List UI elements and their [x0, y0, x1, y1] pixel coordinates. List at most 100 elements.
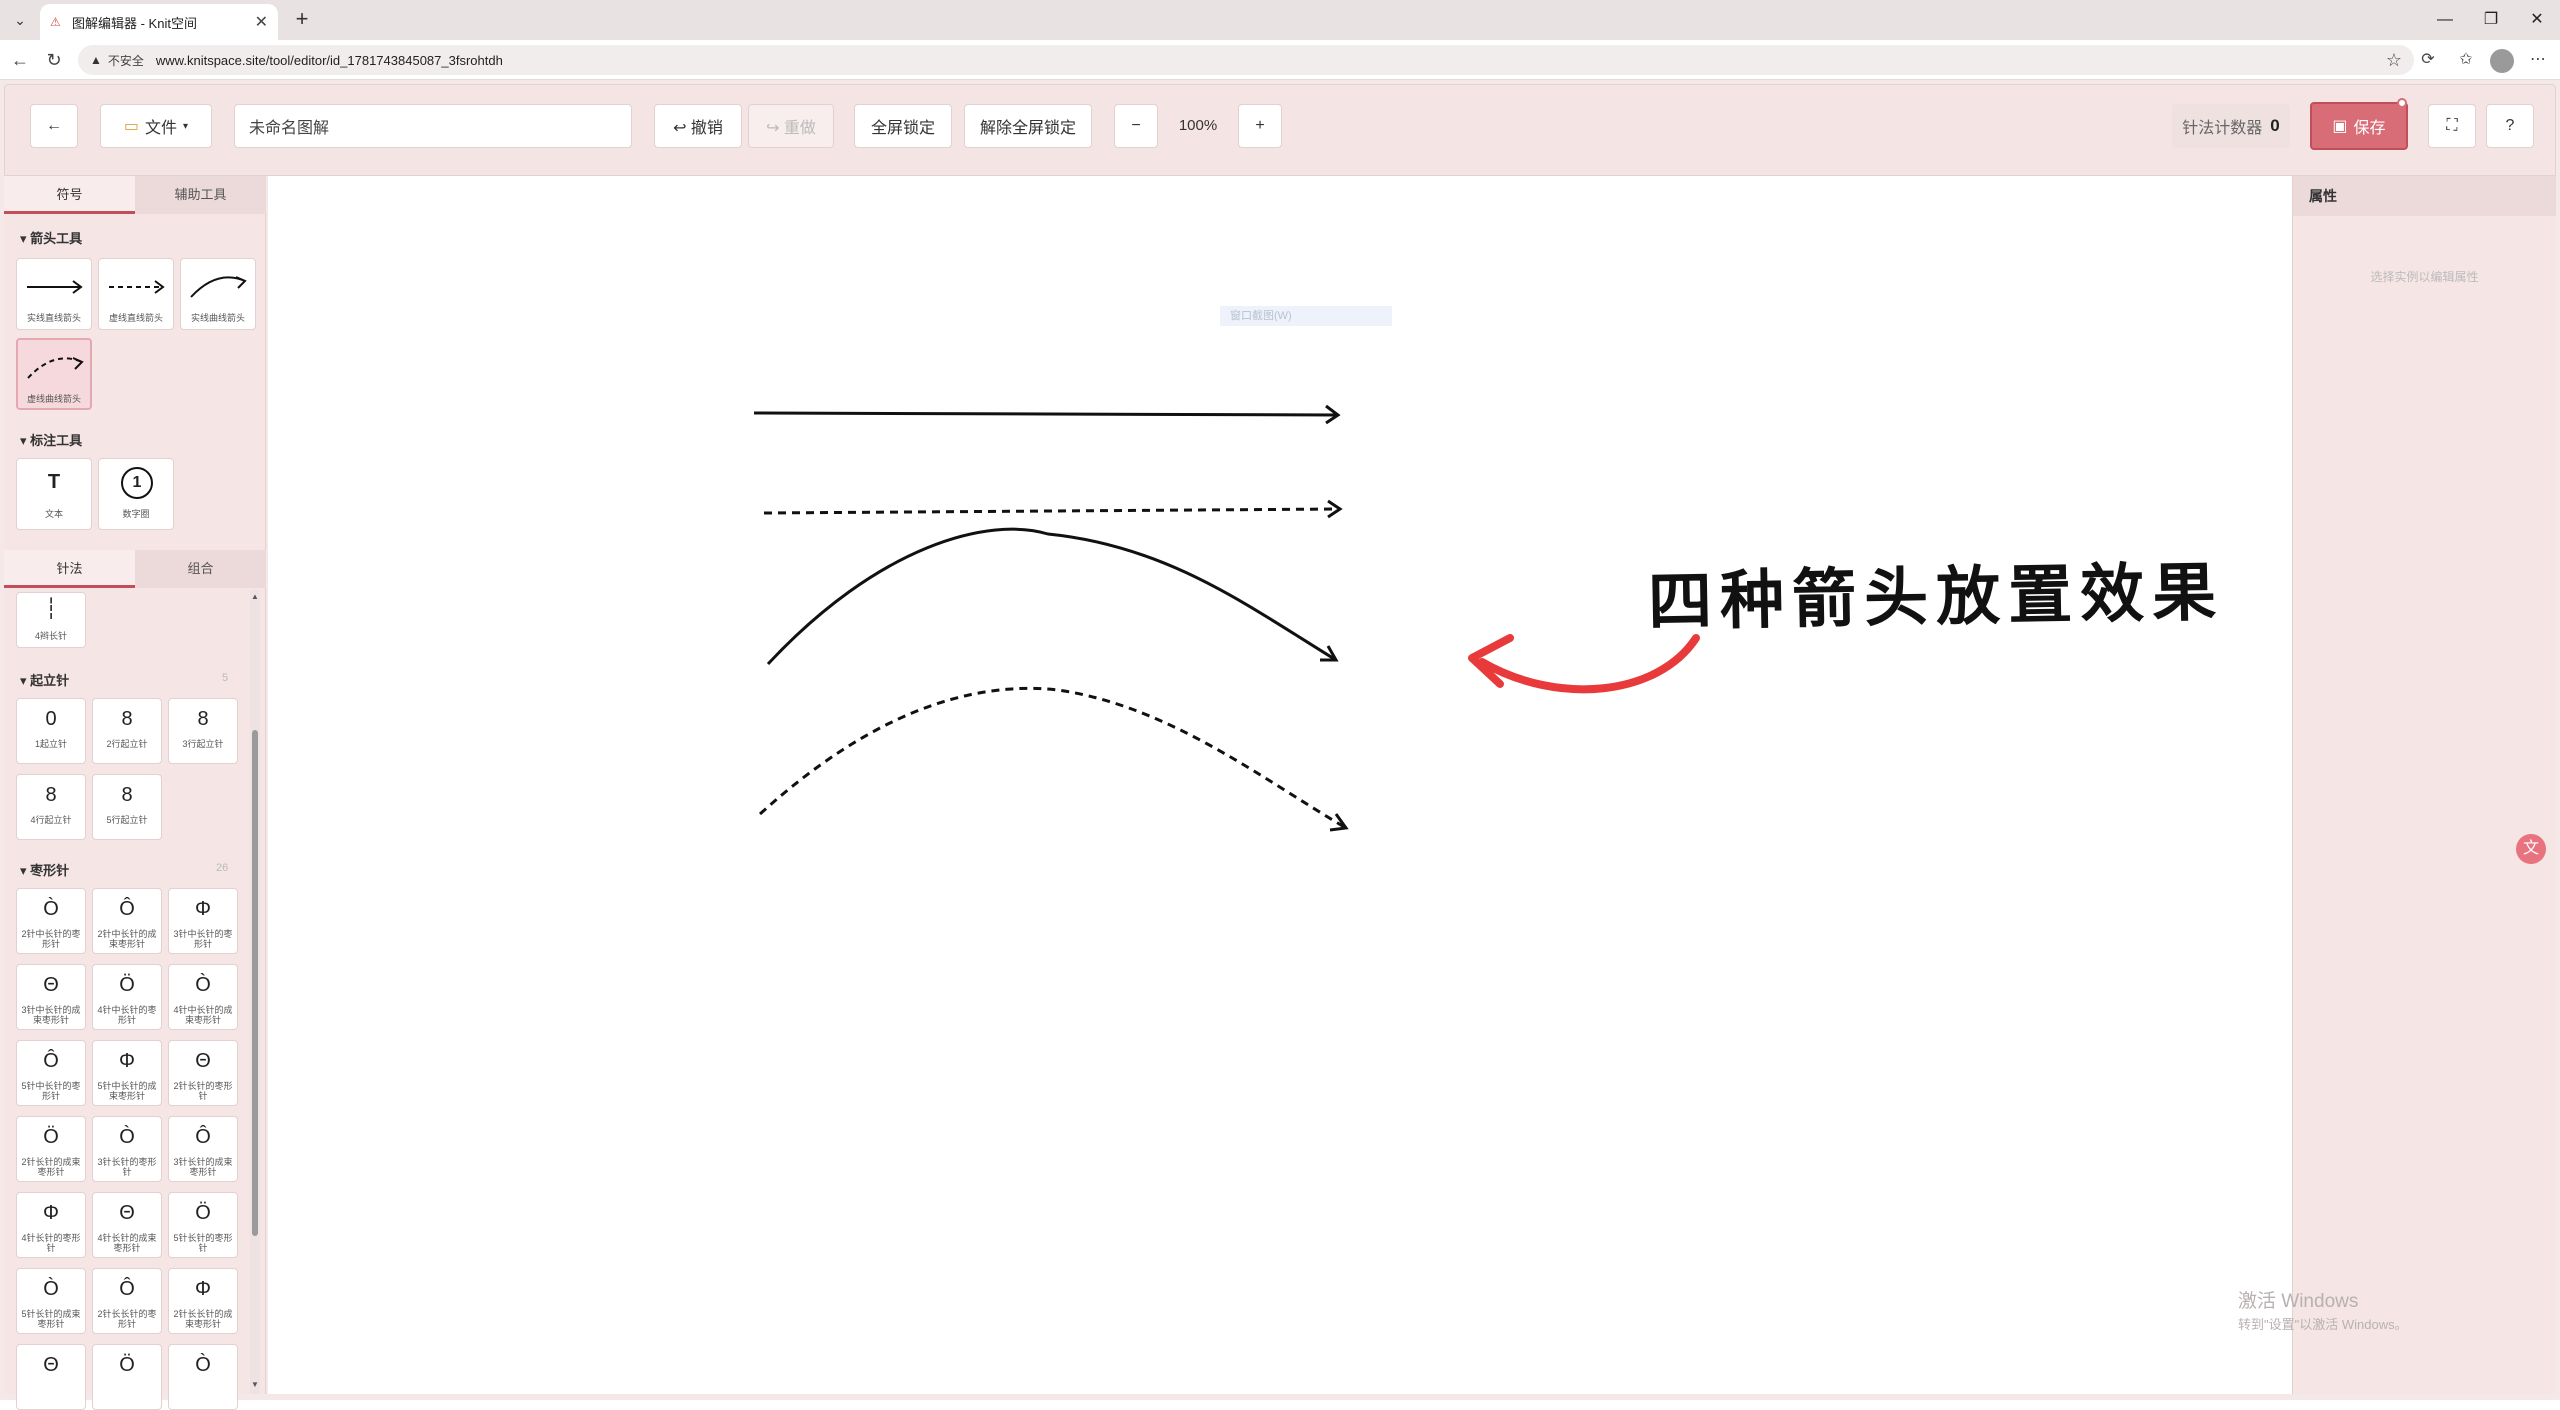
undo-button[interactable]: ↩ 撤销: [654, 104, 742, 148]
cluster-stitch-item[interactable]: Φ 3针中长针的枣形针: [168, 888, 238, 954]
chain-stitch-item[interactable]: 8 3行起立针: [168, 698, 238, 764]
arrow-tools-heading[interactable]: ▾ 箭头工具: [20, 228, 82, 247]
stitch-glyph-icon: Ô: [195, 1126, 211, 1148]
cluster-section-count: 26: [216, 862, 229, 874]
properties-panel: 属性 选择实例以编辑属性: [2292, 176, 2556, 1394]
favorites-icon[interactable]: ✩: [2452, 46, 2480, 74]
browser-tab[interactable]: ⚠ 图解编辑器 - Knit空间 ✕: [40, 4, 278, 40]
zoom-in-button[interactable]: +: [1238, 104, 1282, 148]
new-tab-button[interactable]: +: [288, 6, 316, 34]
tab-stitches[interactable]: 针法: [4, 550, 135, 588]
cluster-stitch-item[interactable]: Ô 2针中长针的成束枣形针: [92, 888, 162, 954]
tool-label: 数字圈: [122, 509, 150, 519]
stitch-label: 5针中长针的枣形针: [21, 1081, 81, 1101]
profile-avatar[interactable]: [2490, 49, 2514, 73]
cluster-stitch-item[interactable]: Ò 3针长针的枣形针: [92, 1116, 162, 1182]
cluster-stitch-item[interactable]: Ò 5针长针的成束枣形针: [16, 1268, 86, 1334]
stitch-label: 3针长针的成束枣形针: [173, 1157, 233, 1177]
solid-curved-arrow-tool[interactable]: 实线曲线箭头: [180, 258, 256, 330]
solid-straight-arrow-tool[interactable]: 实线直线箭头: [16, 258, 92, 330]
cluster-section-heading[interactable]: ▾ 枣形针: [20, 860, 69, 879]
cluster-stitch-item[interactable]: Ò: [168, 1344, 238, 1410]
fullscreen-button[interactable]: ⛶: [2428, 104, 2476, 148]
browser-tab-bar: ⌄ ⚠ 图解编辑器 - Knit空间 ✕ + — ❐ ✕: [0, 0, 2560, 40]
cluster-stitch-item[interactable]: Ò 2针中长针的枣形针: [16, 888, 86, 954]
chain-stitch-item[interactable]: 8 4行起立针: [16, 774, 86, 840]
stitch-scroll-thumb[interactable]: [252, 730, 258, 1236]
restore-button[interactable]: ❐: [2468, 4, 2514, 36]
cluster-stitch-item[interactable]: Ô 2针长长针的枣形针: [92, 1268, 162, 1334]
cluster-stitch-item[interactable]: Φ 2针长长针的成束枣形针: [168, 1268, 238, 1334]
tab-close-icon[interactable]: ✕: [255, 12, 268, 32]
tool-label: 虚线曲线箭头: [26, 394, 81, 404]
bookmark-star-icon[interactable]: ☆: [2386, 50, 2402, 71]
save-button[interactable]: ▣ 保存: [2310, 102, 2408, 150]
cluster-section-title: 枣形针: [30, 863, 70, 878]
zoom-out-button[interactable]: −: [1114, 104, 1158, 148]
cluster-stitch-item[interactable]: Ö 2针长针的成束枣形针: [16, 1116, 86, 1182]
cluster-stitch-item[interactable]: Ò 4针中长针的成束枣形针: [168, 964, 238, 1030]
cluster-stitch-item[interactable]: Ö: [92, 1344, 162, 1410]
back-icon[interactable]: ←: [6, 46, 34, 74]
tab-symbols[interactable]: 符号: [4, 176, 135, 214]
scroll-down-icon[interactable]: ▼: [250, 1380, 260, 1389]
menu-icon[interactable]: ⋯: [2524, 46, 2552, 74]
cluster-stitch-item[interactable]: Θ 4针长针的成束枣形针: [92, 1192, 162, 1258]
url-text[interactable]: www.knitspace.site/tool/editor/id_178174…: [156, 53, 503, 68]
redo-button[interactable]: ↪ 重做: [748, 104, 834, 148]
dashed-straight-arrow[interactable]: [763, 499, 1343, 519]
dashed-curved-arrow-tool[interactable]: 虚线曲线箭头: [16, 338, 92, 410]
stitch-label: 2针长针的成束枣形针: [21, 1157, 81, 1177]
stitch-glyph-icon: 8: [121, 708, 133, 730]
diagram-title-input[interactable]: 未命名图解: [234, 104, 632, 148]
cluster-stitch-item[interactable]: Φ 4针长针的枣形针: [16, 1192, 86, 1258]
tab-list-button[interactable]: ⌄: [6, 6, 34, 34]
chevron-down-icon: ▾: [183, 120, 189, 132]
cluster-stitch-item[interactable]: Θ 2针长针的枣形针: [168, 1040, 238, 1106]
cluster-stitch-item[interactable]: Ô 3针长针的成束枣形针: [168, 1116, 238, 1182]
minimize-button[interactable]: —: [2422, 4, 2468, 36]
stitch-label: 4行起立针: [30, 815, 72, 825]
cluster-stitch-item[interactable]: Ö 4针中长针的枣形针: [92, 964, 162, 1030]
dashed-straight-arrow-tool[interactable]: 虚线直线箭头: [98, 258, 174, 330]
tab-aux-tools[interactable]: 辅助工具: [135, 176, 266, 214]
stitch-counter[interactable]: 针法计数器 0: [2172, 104, 2290, 148]
help-button[interactable]: ?: [2486, 104, 2534, 148]
window-close-button[interactable]: ✕: [2514, 4, 2560, 36]
number-circle-tool[interactable]: 1 数字圈: [98, 458, 174, 530]
annotation-tools-heading[interactable]: ▾ 标注工具: [20, 430, 82, 449]
stitch-glyph-icon: Ò: [43, 1278, 59, 1300]
back-button[interactable]: ←: [30, 104, 78, 148]
scroll-up-icon[interactable]: ▲: [250, 592, 260, 601]
diagram-canvas[interactable]: 窗口截图(W) 四种箭头放置效果: [268, 176, 2292, 1394]
solid-curved-arrow[interactable]: [766, 527, 1339, 666]
dashed-straight-arrow-icon: [109, 280, 165, 294]
chain-stitch-item[interactable]: 8 5行起立针: [92, 774, 162, 840]
cluster-stitch-item[interactable]: Θ 3针中长针的成束枣形针: [16, 964, 86, 1030]
stitch-label: 5针长针的成束枣形针: [21, 1309, 81, 1329]
stitch-glyph-icon: 8: [197, 708, 209, 730]
lock-all-button[interactable]: 全屏锁定: [854, 104, 952, 148]
reload-icon[interactable]: ↻: [40, 46, 68, 74]
chain-stitch-item[interactable]: 8 2行起立针: [92, 698, 162, 764]
cluster-stitch-item[interactable]: Ô 5针中长针的枣形针: [16, 1040, 86, 1106]
solid-straight-arrow[interactable]: [753, 404, 1341, 425]
chain-section-title: 起立针: [30, 673, 70, 688]
site-favicon-icon: ⚠: [50, 15, 61, 29]
cluster-stitch-item[interactable]: Φ 5针中长针的成束枣形针: [92, 1040, 162, 1106]
chain-section-heading[interactable]: ▾ 起立针: [20, 670, 69, 689]
annotation-text[interactable]: 四种箭头放置效果: [1647, 541, 2225, 643]
annotation-tools-title: 标注工具: [30, 433, 83, 448]
stitch-partial-item[interactable]: ┆ 4辫长针: [16, 592, 86, 648]
translate-float-icon[interactable]: 文: [2516, 834, 2546, 864]
cluster-stitch-item[interactable]: Θ: [16, 1344, 86, 1410]
file-menu-button[interactable]: ▭ 文件 ▾: [100, 104, 212, 148]
chain-stitch-item[interactable]: 0 1起立针: [16, 698, 86, 764]
extension-icon[interactable]: ⟳: [2414, 46, 2442, 74]
dashed-curved-arrow[interactable]: [758, 686, 1349, 832]
text-tool[interactable]: T 文本: [16, 458, 92, 530]
omnibox[interactable]: ▲ 不安全 www.knitspace.site/tool/editor/id_…: [78, 45, 2414, 75]
cluster-stitch-item[interactable]: Ö 5针长针的枣形针: [168, 1192, 238, 1258]
unlock-all-button[interactable]: 解除全屏锁定: [964, 104, 1092, 148]
tab-combinations[interactable]: 组合: [135, 550, 266, 588]
